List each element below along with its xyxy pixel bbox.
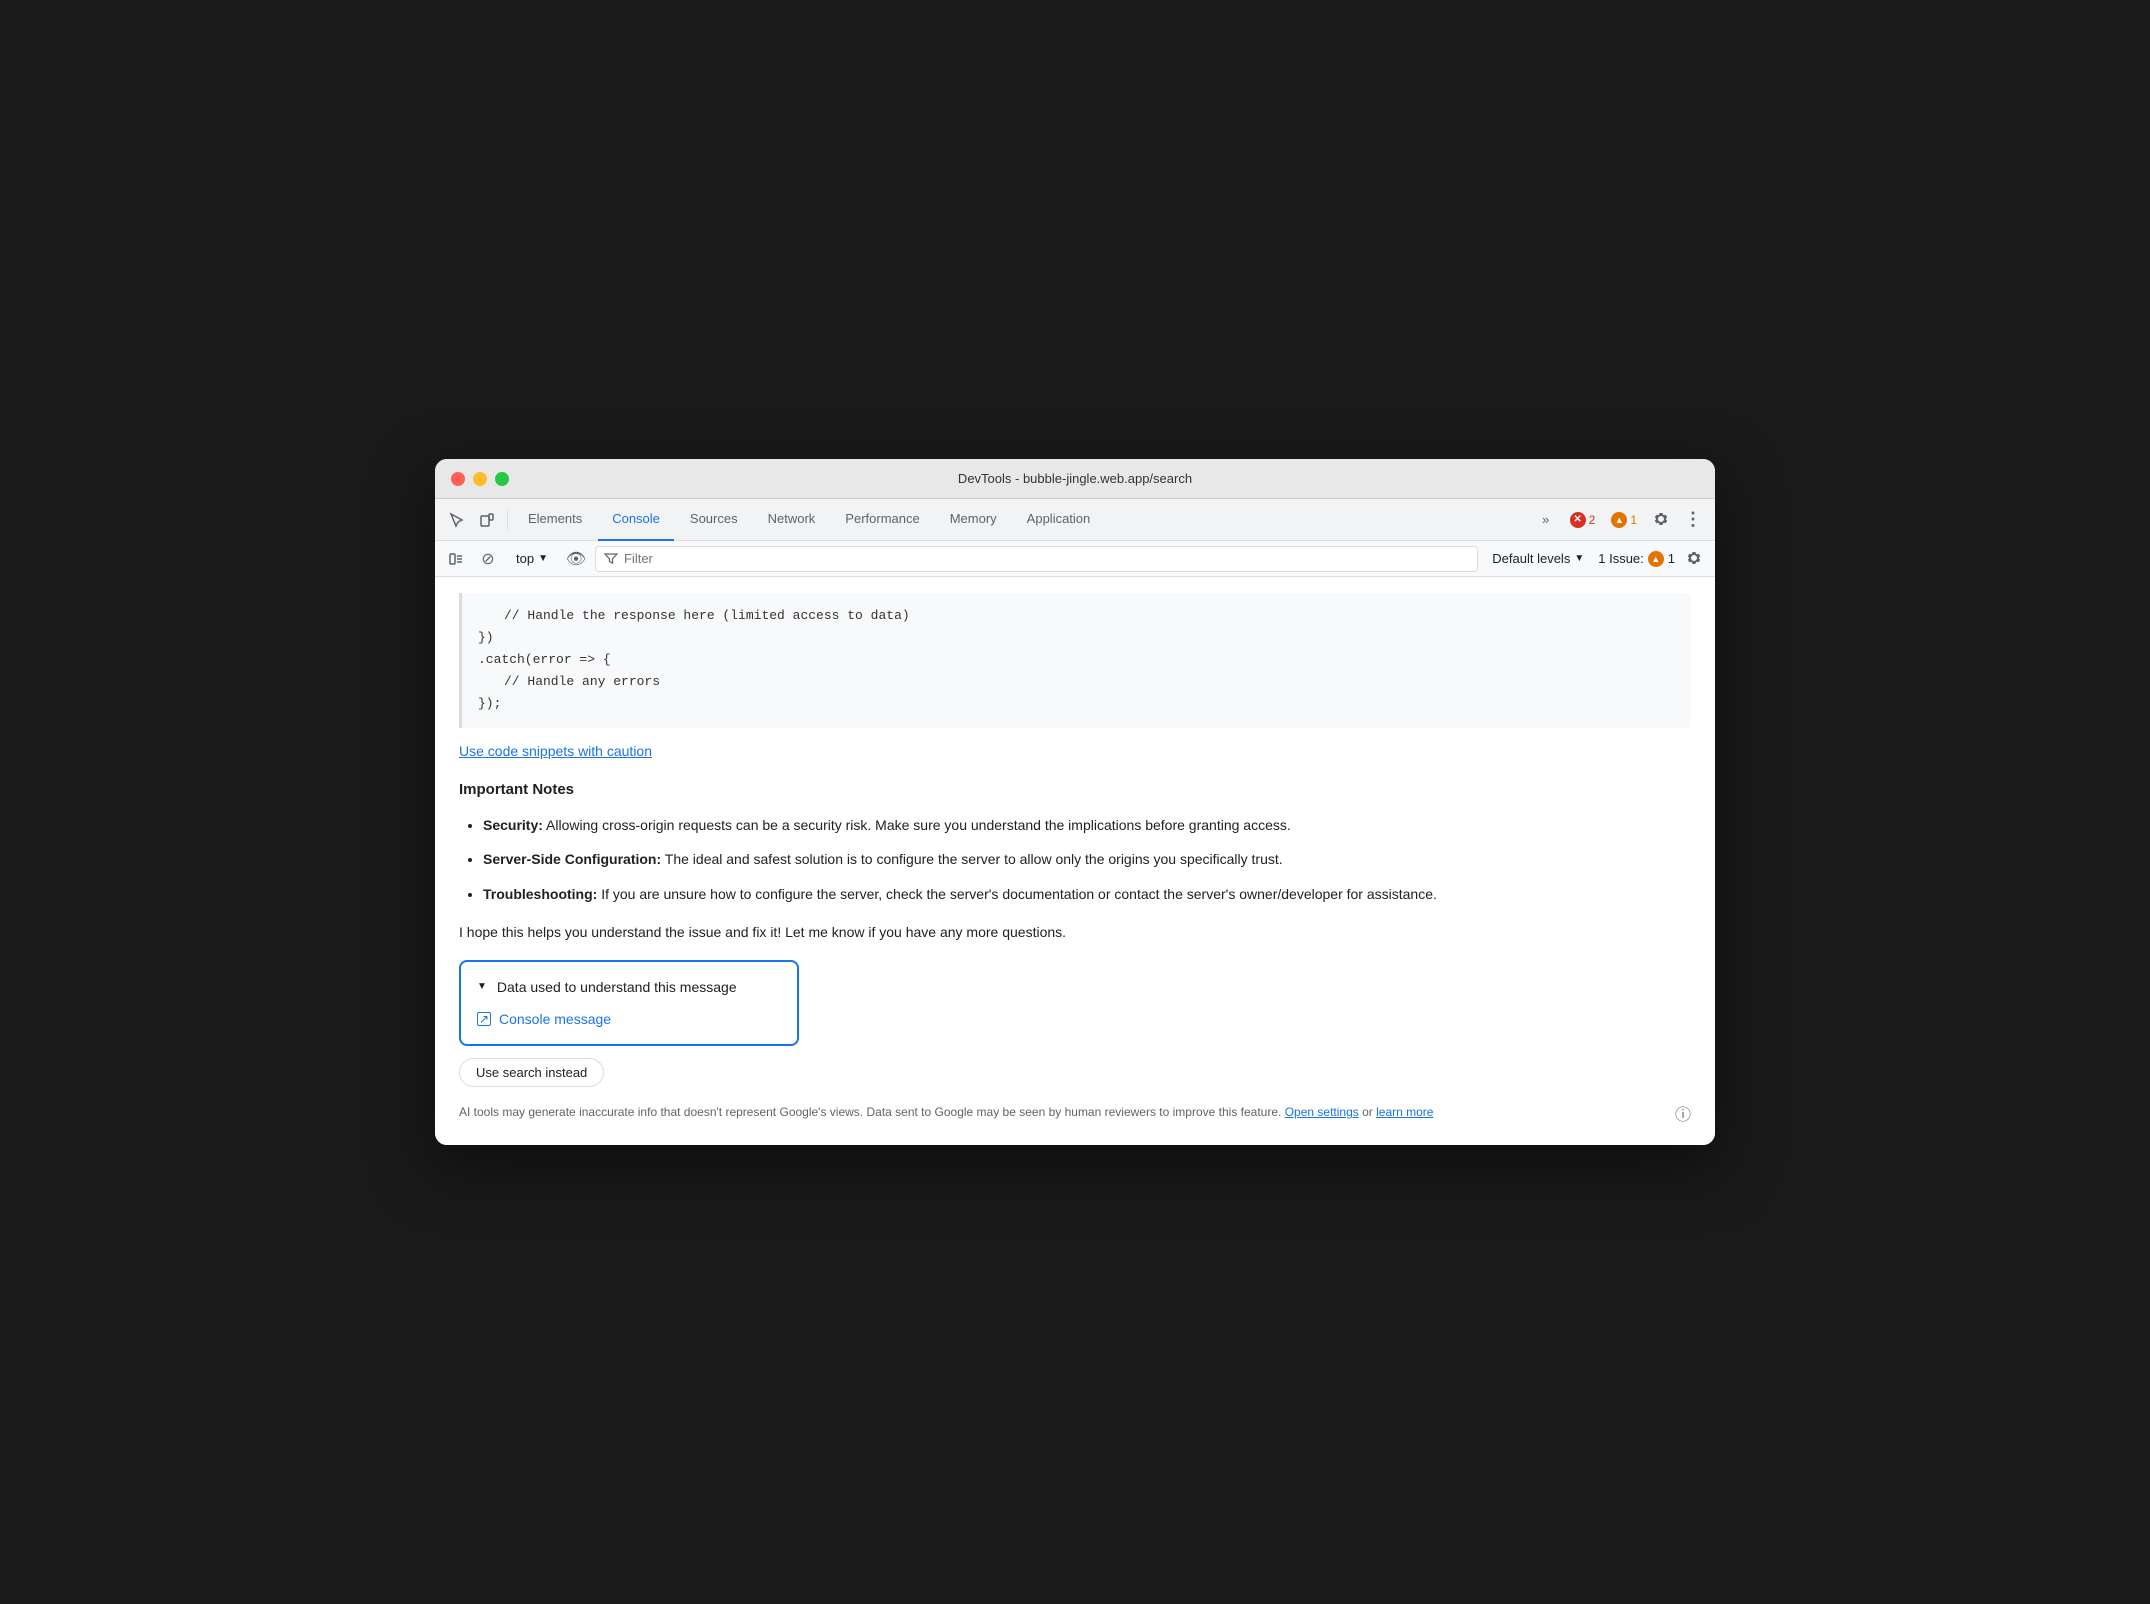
issues-badge[interactable]: 1 Issue: ▲ 1 [1598,551,1675,567]
window-title: DevTools - bubble-jingle.web.app/search [958,471,1192,486]
sidebar-toggle-icon[interactable] [443,546,469,572]
settings-icon[interactable] [1647,506,1675,534]
note-troubleshooting: Troubleshooting: If you are unsure how t… [483,883,1691,905]
external-link-icon [477,1012,491,1026]
minimize-button[interactable] [473,472,487,486]
disclaimer-text-content: AI tools may generate inaccurate info th… [459,1103,1433,1122]
tab-memory[interactable]: Memory [936,499,1011,541]
disclaimer-or: or [1362,1105,1376,1119]
context-selector[interactable]: top ▼ [507,548,557,569]
title-bar: DevTools - bubble-jingle.web.app/search [435,459,1715,499]
devtools-window: DevTools - bubble-jingle.web.app/search … [435,459,1715,1145]
disclaimer-main: AI tools may generate inaccurate info th… [459,1105,1281,1119]
tab-console[interactable]: Console [598,499,674,541]
note-server-side: Server-Side Configuration: The ideal and… [483,848,1691,870]
console-settings-icon[interactable] [1681,546,1707,572]
devtools-toolbar: Elements Console Sources Network Perform… [435,499,1715,541]
error-badge[interactable]: ✕ 2 [1564,510,1602,530]
context-chevron-icon: ▼ [538,553,548,564]
toolbar-right: » ✕ 2 ▲ 1 ⋮ [1532,506,1707,534]
tab-elements[interactable]: Elements [514,499,596,541]
console-content: // Handle the response here (limited acc… [435,577,1715,1145]
learn-more-link[interactable]: learn more [1376,1105,1433,1119]
filter-input-wrap [595,546,1478,572]
warning-icon: ▲ [1611,512,1627,528]
default-levels-dropdown[interactable]: Default levels ▼ [1484,549,1592,568]
tab-network[interactable]: Network [754,499,830,541]
use-search-button[interactable]: Use search instead [459,1058,604,1087]
note-troubleshoot-label: Troubleshooting: [483,886,597,902]
data-used-title: Data used to understand this message [497,976,737,998]
more-options-icon[interactable]: ⋮ [1679,506,1707,534]
code-line-2: }) [478,627,1675,649]
note-server-label: Server-Side Configuration: [483,851,661,867]
data-used-header[interactable]: Data used to understand this message [477,976,781,998]
toolbar-divider-1 [507,510,508,530]
note-security-text: Allowing cross-origin requests can be a … [546,817,1291,833]
disclaimer-section: AI tools may generate inaccurate info th… [459,1103,1691,1129]
note-security-label: Security: [483,817,543,833]
clear-console-icon[interactable]: ⊘ [475,546,501,572]
data-used-box: Data used to understand this message Con… [459,960,799,1047]
warning-badge[interactable]: ▲ 1 [1605,510,1643,530]
more-tabs-icon[interactable]: » [1532,506,1560,534]
info-icon[interactable]: ⓘ [1675,1103,1691,1129]
tab-application[interactable]: Application [1013,499,1105,541]
code-line-5: }); [478,693,1675,715]
tab-sources[interactable]: Sources [676,499,752,541]
code-line-4: // Handle any errors [478,671,1675,693]
filter-input[interactable] [624,551,1469,566]
tab-performance[interactable]: Performance [831,499,933,541]
conclusion-text: I hope this helps you understand the iss… [459,921,1691,943]
important-notes-title: Important Notes [459,778,1691,802]
note-security: Security: Allowing cross-origin requests… [483,814,1691,836]
error-icon: ✕ [1570,512,1586,528]
levels-chevron-icon: ▼ [1574,553,1584,564]
code-block: // Handle the response here (limited acc… [459,593,1691,727]
caution-link[interactable]: Use code snippets with caution [459,740,652,762]
notes-list: Security: Allowing cross-origin requests… [459,814,1691,905]
cursor-icon[interactable] [443,506,471,534]
console-message-link[interactable]: Console message [477,1008,781,1030]
eye-icon[interactable]: 👁 [563,546,589,572]
note-server-text: The ideal and safest solution is to conf… [665,851,1283,867]
code-line-1: // Handle the response here (limited acc… [478,605,1675,627]
code-line-3: .catch(error => { [478,649,1675,671]
note-troubleshoot-text: If you are unsure how to configure the s… [601,886,1437,902]
traffic-lights [451,472,509,486]
inspect-icon[interactable] [473,506,501,534]
console-message-label: Console message [499,1008,611,1030]
open-settings-link[interactable]: Open settings [1285,1105,1359,1119]
issues-warning-icon: ▲ [1648,551,1664,567]
filter-bar: ⊘ top ▼ 👁 Default levels ▼ 1 Issue: ▲ 1 [435,541,1715,577]
filter-funnel-icon [604,552,618,566]
close-button[interactable] [451,472,465,486]
maximize-button[interactable] [495,472,509,486]
